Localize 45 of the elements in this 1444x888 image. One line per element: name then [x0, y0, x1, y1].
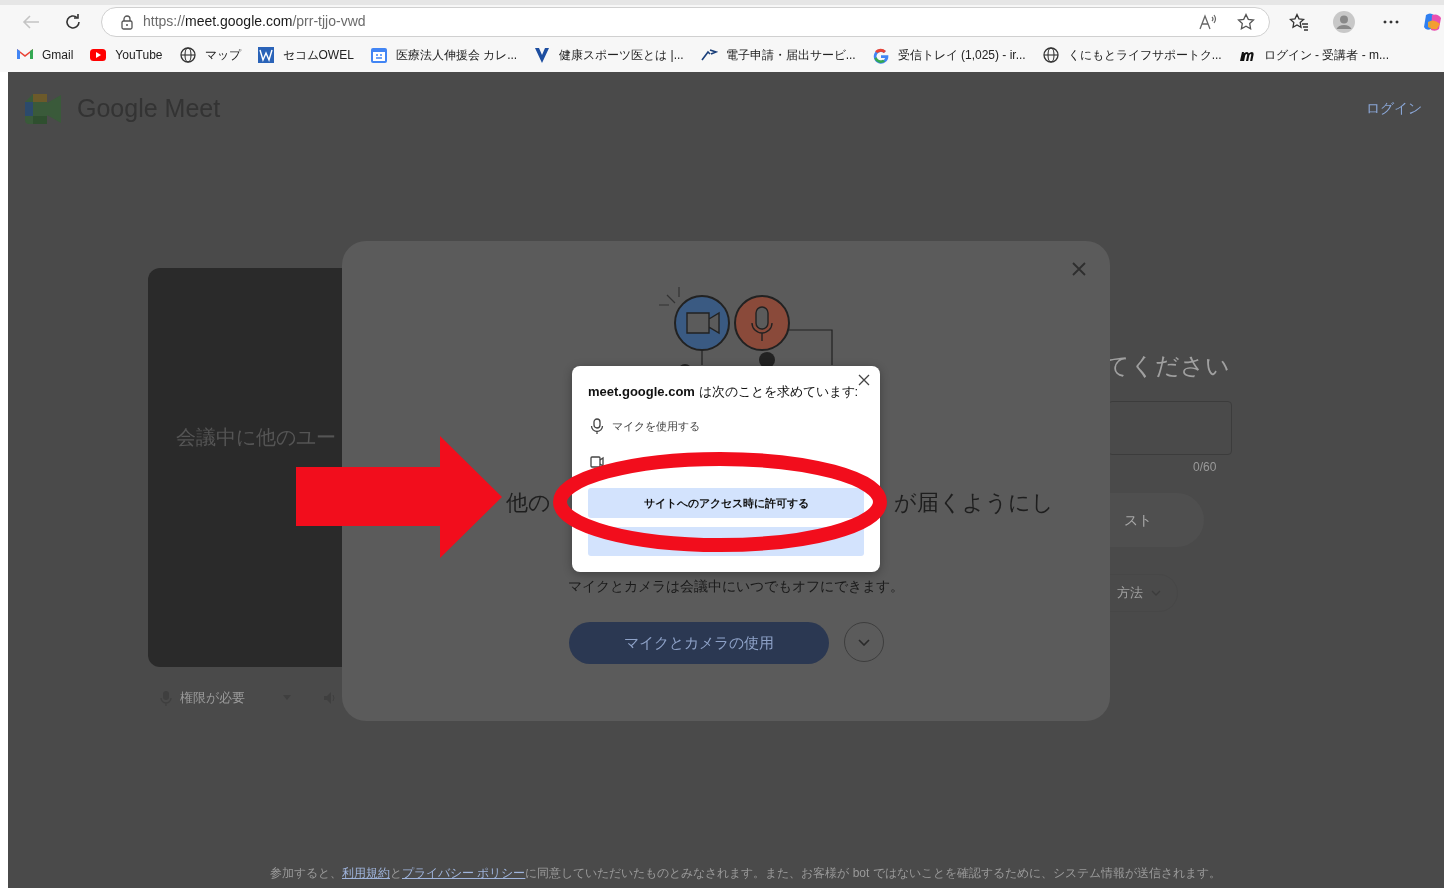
play-icon	[89, 46, 108, 64]
char-count: 0/60	[1193, 459, 1217, 476]
grid-logo-icon	[256, 46, 275, 64]
join-button[interactable]: スト	[1108, 493, 1204, 547]
mic-status-text: 権限が必要	[180, 689, 245, 707]
use-mic-camera-button[interactable]: マイクとカメラの使用	[569, 622, 829, 664]
bookmark-link[interactable]: 健康スポーツ医とは |...	[559, 46, 684, 64]
terms-link[interactable]: 利用規約	[342, 866, 390, 880]
reload-icon[interactable]	[64, 12, 82, 31]
terms-notice: 参加すると、利用規約 と プライバシー ポリシーに同意していただいたものとみなされます。また、お客様が bot ではないことを確認するために、システム情報が送信されます。	[270, 865, 1221, 882]
globe-icon	[1041, 46, 1060, 64]
more-icon[interactable]	[1383, 19, 1399, 24]
login-link[interactable]: ログイン	[1366, 98, 1422, 120]
dialog-heading-right: が届くようにし	[894, 489, 1054, 517]
permission-item: マイクを使用する	[612, 419, 700, 434]
favorites-icon[interactable]	[1289, 12, 1310, 31]
chevron-icon	[858, 638, 870, 646]
calendar-icon	[369, 46, 388, 64]
bookmark-link[interactable]: YouTube	[115, 46, 163, 64]
bookmark-link[interactable]: 医療法人伸援会 カレ...	[395, 46, 518, 64]
address-bar[interactable]: https://meet.google.com/prr-tjjo-vwd	[100, 6, 1271, 37]
bookmark-link[interactable]: マップ	[204, 46, 241, 64]
star-icon[interactable]	[1237, 12, 1256, 31]
camera-logo-icon	[25, 93, 61, 124]
bookmark-link[interactable]: 受信トレイ (1,025) - ir...	[897, 46, 1026, 64]
bookmark-link[interactable]: Gmail	[42, 46, 74, 64]
dialog-heading-left: 他の	[506, 489, 551, 517]
globe-icon	[178, 46, 197, 64]
bookmark-link[interactable]: くにもとライフサポートク...	[1067, 46, 1222, 64]
url-text: https://meet.google.com/prr-tjjo-vwd	[142, 12, 367, 31]
terms-link[interactable]: プライバシー ポリシー	[402, 866, 526, 880]
bookmark-link[interactable]: セコムOWEL	[282, 46, 354, 64]
read-aloud-icon[interactable]	[1199, 13, 1218, 30]
bookmark-link[interactable]: 電子申請・届出サービ...	[725, 46, 856, 64]
popup-title: meet.google.com は次のことを求めています:	[588, 383, 859, 401]
camera-icon	[590, 454, 604, 470]
bookmark-link[interactable]: ログイン - 受講者 - m...	[1263, 46, 1390, 64]
lock-icon	[119, 13, 134, 30]
allow-button[interactable]: サイトへのアクセス時に許可する	[588, 488, 864, 518]
g-logo-icon	[871, 46, 890, 64]
mic-icon	[590, 418, 604, 435]
profile-avatar-icon[interactable]	[1333, 10, 1356, 33]
v-logo-icon	[533, 46, 552, 64]
close-icon[interactable]	[858, 374, 870, 386]
dialog-note: マイクとカメラは会議中にいつでもオフにできます。	[568, 577, 904, 596]
